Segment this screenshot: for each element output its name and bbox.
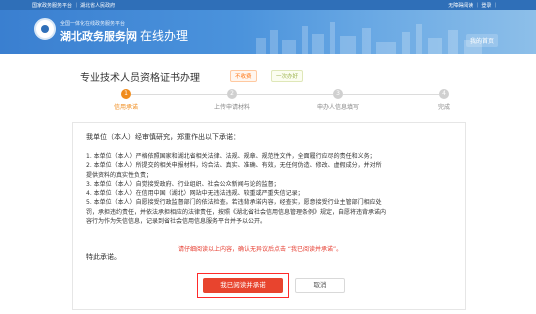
step-connector bbox=[343, 94, 439, 95]
user-home-link[interactable]: 我的首页 bbox=[465, 34, 498, 47]
terms-list: 1. 本单位（本人）严格依照国家和湖北省相关法律、法规、规章、规范性文件，全面履… bbox=[86, 152, 458, 226]
step-connector bbox=[237, 94, 333, 95]
terms-line: 1. 本单位（本人）严格依照国家和湖北省相关法律、法规、规章、规范性文件，全面履… bbox=[86, 153, 376, 160]
terms-line: 5. 本单位（本人）自愿接受行政监督部门的依法检查。若违背承诺内容，经查实，愿意… bbox=[86, 199, 382, 207]
step-3-label: 申办人信息填写 bbox=[316, 104, 360, 111]
agree-commit-button[interactable]: 我已阅读并承诺 bbox=[203, 278, 283, 293]
step-2-label: 上传申请材料 bbox=[213, 104, 251, 111]
terms-line: 提供资料的真实性负责； bbox=[86, 171, 153, 179]
terms-closing: 特此承诺。 bbox=[86, 253, 121, 261]
step-1-marker: 1 bbox=[121, 89, 131, 99]
terms-line: 3. 本单位（本人）自觉接受政府、行业组织、社会公众新闻与论的监督； bbox=[86, 180, 280, 188]
terms-intro: 我单位（本人）经审慎研究，郑重作出以下承诺： bbox=[86, 133, 240, 141]
top-bar-left-links[interactable]: 国家政务服务平台 ｜ 湖北省人民政府 bbox=[32, 2, 115, 9]
city-skyline-illustration bbox=[256, 22, 482, 54]
read-confirm-warning: 请仔细阅读以上内容，确认无异议后点击 “我已阅读并承诺”。 bbox=[178, 246, 343, 253]
progress-steps: 1 信用承诺 2 上传申请材料 3 申办人信息填写 4 完成 bbox=[80, 88, 460, 112]
top-bar-right-links[interactable]: 无障碍阅读 ｜ 登录 ｜ bbox=[448, 2, 498, 9]
cancel-button[interactable]: 取消 bbox=[295, 278, 345, 293]
one-visit-tag: 一次办好 bbox=[271, 70, 304, 82]
site-header-banner: 全国一体化在线政务服务平台 湖北政务服务网 在线办理 我的首页 bbox=[0, 10, 536, 54]
terms-line: 容行为作为失信信息，记录到省社会信用信息服务平台并予以公开。 bbox=[86, 218, 267, 226]
step-3-marker: 3 bbox=[333, 89, 343, 99]
site-subtitle: 全国一体化在线政务服务平台 bbox=[60, 21, 126, 27]
site-name[interactable]: 湖北政务服务网 bbox=[60, 28, 137, 44]
terms-line: 4. 本单位（本人）在信用中国（湖北）网站中无违法违规、较重或严重失信记录； bbox=[86, 190, 304, 198]
fee-tag: 不收费 bbox=[230, 70, 257, 82]
step-2-marker: 2 bbox=[227, 89, 237, 99]
top-utility-bar: 国家政务服务平台 ｜ 湖北省人民政府 无障碍阅读 ｜ 登录 ｜ bbox=[0, 0, 536, 10]
step-4-marker: 4 bbox=[439, 89, 449, 99]
site-logo-icon[interactable] bbox=[34, 18, 56, 40]
step-4-label: 完成 bbox=[437, 104, 451, 111]
terms-line: 罚，承担违约责任，并依法承担相应的法律责任，按照《湖北省社会信用信息管理条例》规… bbox=[86, 208, 387, 216]
step-connector bbox=[131, 94, 227, 95]
header-divider bbox=[127, 28, 128, 44]
terms-line: 2. 本单位（本人）所提交的相关申报材料，均合法、真实、准确、有效，无任何伪造、… bbox=[86, 162, 382, 170]
section-title: 在线办理 bbox=[140, 29, 189, 43]
service-title: 专业技术人员资格证书办理 bbox=[80, 73, 200, 84]
step-1-label: 信用承诺 bbox=[113, 104, 139, 111]
